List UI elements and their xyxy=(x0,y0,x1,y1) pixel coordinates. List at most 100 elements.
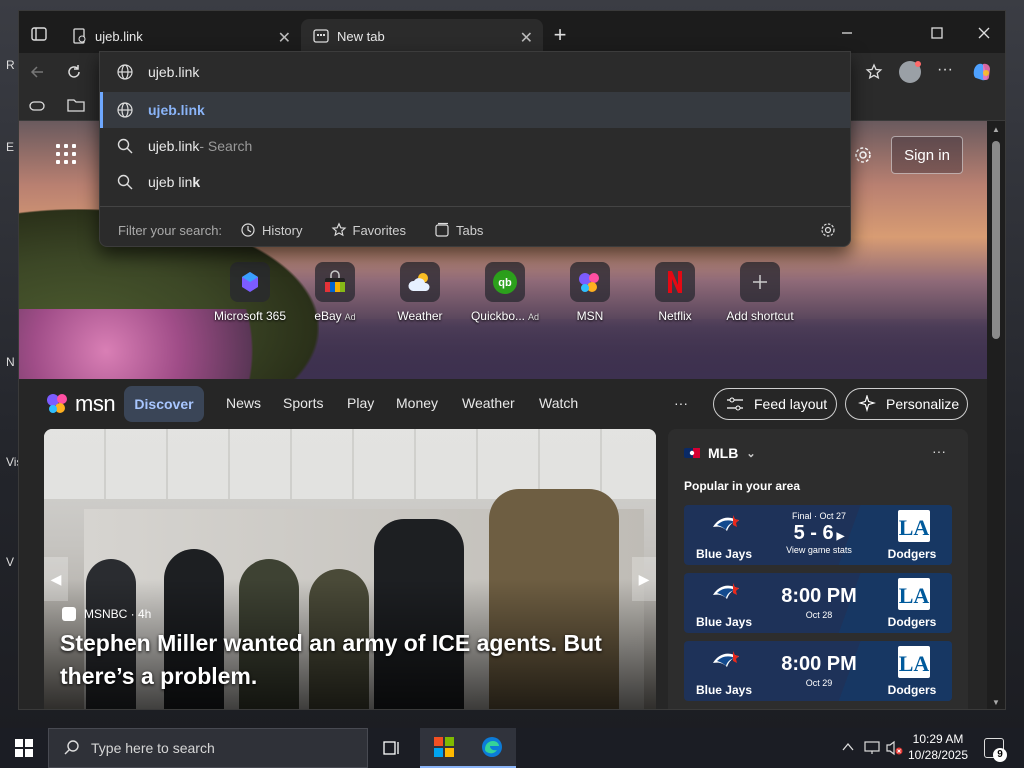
tab-money[interactable]: Money xyxy=(396,395,438,411)
away-team-name: Dodgers xyxy=(887,615,937,629)
game-row[interactable]: Blue Jays 8:00 PM Oct 29 LA Dodgers xyxy=(684,641,952,701)
favorites-icon[interactable] xyxy=(865,63,883,81)
view-game-stats-link[interactable]: View game stats xyxy=(764,545,874,555)
msnbc-logo-icon xyxy=(62,607,76,621)
tab-play[interactable]: Play xyxy=(347,395,374,411)
clock-time: 10:29 AM xyxy=(912,732,964,746)
filter-favorites[interactable]: Favorites xyxy=(331,222,406,238)
shortcut-msn[interactable]: MSN xyxy=(545,262,635,323)
desktop-icon-label[interactable]: E xyxy=(6,140,14,154)
team-dodgers: LA Dodgers xyxy=(872,573,952,633)
desktop-icon-label[interactable]: V xyxy=(6,555,14,569)
feed-layout-button[interactable]: Feed layout xyxy=(713,388,837,420)
svg-text:LA: LA xyxy=(899,651,930,676)
taskbar-search-box[interactable]: Type here to search xyxy=(48,728,368,768)
task-view-button[interactable] xyxy=(368,728,416,768)
close-tab-icon[interactable]: ✕ xyxy=(520,28,533,48)
profile-avatar[interactable] xyxy=(899,61,921,83)
tab-sports[interactable]: Sports xyxy=(283,395,323,411)
dodgers-logo-icon: LA xyxy=(898,510,930,542)
close-tab-icon[interactable]: ✕ xyxy=(278,28,291,48)
desktop-icon-label[interactable]: R xyxy=(6,58,15,72)
suggestion-url[interactable]: ujeb.link xyxy=(100,92,850,128)
play-triangle-icon: ▶ xyxy=(836,531,845,542)
app-launcher-icon[interactable] xyxy=(56,144,76,164)
system-clock[interactable]: 10:29 AM 10/28/2025 xyxy=(905,731,971,763)
address-input[interactable]: ujeb.link xyxy=(100,54,850,90)
game-status: 8:00 PM Oct 29 xyxy=(764,641,874,701)
personalize-label: Personalize xyxy=(886,396,960,412)
svg-text:LA: LA xyxy=(899,515,930,540)
notification-center-icon[interactable]: 9 xyxy=(984,738,1007,762)
taskbar-edge-app[interactable] xyxy=(468,728,516,768)
shortcut-weather[interactable]: Weather xyxy=(375,262,465,323)
msn-logo[interactable]: msn xyxy=(45,391,116,417)
mlb-league-selector[interactable]: MLB ⌄ xyxy=(684,445,756,461)
filter-tabs-label: Tabs xyxy=(455,222,484,238)
game-row[interactable]: Blue Jays Final · Oct 27 5 - 6 ▶ View gam… xyxy=(684,505,952,565)
task-view-icon xyxy=(383,741,399,755)
filter-history[interactable]: History xyxy=(240,222,303,238)
shortcut-netflix[interactable]: Netflix xyxy=(630,262,720,323)
desktop-icon-label[interactable]: N xyxy=(6,355,15,369)
tab-weather[interactable]: Weather xyxy=(462,395,515,411)
suggestion-search[interactable]: ujeb.link - Search xyxy=(100,128,850,164)
tab-ujeb[interactable]: ujeb.link ✕ xyxy=(59,19,301,53)
filter-favorites-label: Favorites xyxy=(352,222,406,238)
tab-discover[interactable]: Discover xyxy=(124,386,204,422)
minimize-icon[interactable] xyxy=(837,23,857,43)
chevron-up-icon[interactable] xyxy=(842,742,854,752)
shortcut-ebay[interactable]: eBay Ad xyxy=(290,262,380,323)
settings-menu-icon[interactable]: ··· xyxy=(937,61,953,79)
new-tab-button[interactable]: + xyxy=(549,22,571,48)
blue-jays-logo-icon xyxy=(713,583,739,599)
tab-actions-icon[interactable] xyxy=(31,26,47,42)
suggestion-suffix: - Search xyxy=(199,138,253,154)
game-row[interactable]: Blue Jays 8:00 PM Oct 28 LA Dodgers xyxy=(684,573,952,633)
tab-strip: ujeb.link ✕ New tab ✕ + xyxy=(19,11,1005,53)
search-filters: Filter your search: History Favorites Ta… xyxy=(100,218,850,242)
add-shortcut-button[interactable]: Add shortcut xyxy=(715,262,805,323)
copilot-icon[interactable] xyxy=(971,60,995,84)
msn-feed: msn Discover News Sports Play Money Weat… xyxy=(19,379,989,709)
tab-new-tab[interactable]: New tab ✕ xyxy=(301,19,543,53)
mlb-more-button[interactable]: ··· xyxy=(932,443,946,459)
close-window-icon[interactable] xyxy=(974,23,994,43)
taskbar-store-app[interactable] xyxy=(420,728,468,768)
tab-watch[interactable]: Watch xyxy=(539,395,578,411)
split-screen-icon[interactable] xyxy=(29,99,45,113)
scroll-up-arrow[interactable]: ▲ xyxy=(992,125,1000,134)
search-settings-gear-icon[interactable] xyxy=(820,222,836,238)
scrollbar-thumb[interactable] xyxy=(992,141,1000,339)
sign-in-button[interactable]: Sign in xyxy=(891,136,963,174)
page-settings-icon[interactable] xyxy=(853,145,873,165)
back-icon[interactable] xyxy=(29,63,47,81)
start-button[interactable] xyxy=(0,728,48,768)
tab-news[interactable]: News xyxy=(226,395,261,411)
page-scrollbar[interactable]: ▲ ▼ xyxy=(987,121,1005,709)
globe-icon xyxy=(117,102,133,118)
suggestion-search[interactable]: ujeb lin k xyxy=(100,164,850,200)
previous-story-arrow[interactable]: ◀ xyxy=(44,557,68,601)
top-story-card[interactable]: ◀ ▶ MSNBC · 4h Stephen Miller wanted an … xyxy=(44,429,656,709)
network-icon[interactable] xyxy=(863,740,881,756)
store-icon xyxy=(434,737,454,757)
more-tabs-button[interactable]: ··· xyxy=(674,395,688,411)
mlb-scores-card: MLB ⌄ ··· Popular in your area Blue Jays… xyxy=(668,429,968,709)
game-date: Oct 28 xyxy=(805,610,833,620)
story-title[interactable]: Stephen Miller wanted an army of ICE age… xyxy=(60,627,630,693)
shortcut-quickbooks[interactable]: qb Quickbo... Ad xyxy=(460,262,550,323)
next-story-arrow[interactable]: ▶ xyxy=(632,557,656,601)
search-icon xyxy=(117,138,133,154)
shortcut-microsoft-365[interactable]: Microsoft 365 xyxy=(205,262,295,323)
scroll-down-arrow[interactable]: ▼ xyxy=(992,698,1000,707)
folder-icon[interactable] xyxy=(67,97,85,113)
volume-muted-icon[interactable] xyxy=(885,740,903,756)
personalize-button[interactable]: Personalize xyxy=(845,388,968,420)
filter-tabs[interactable]: Tabs xyxy=(434,222,483,238)
maximize-icon[interactable] xyxy=(927,23,947,43)
weather-cloud-icon xyxy=(408,273,430,291)
refresh-icon[interactable] xyxy=(65,63,83,81)
mlb-title: MLB xyxy=(708,445,739,461)
svg-text:LA: LA xyxy=(899,583,930,608)
